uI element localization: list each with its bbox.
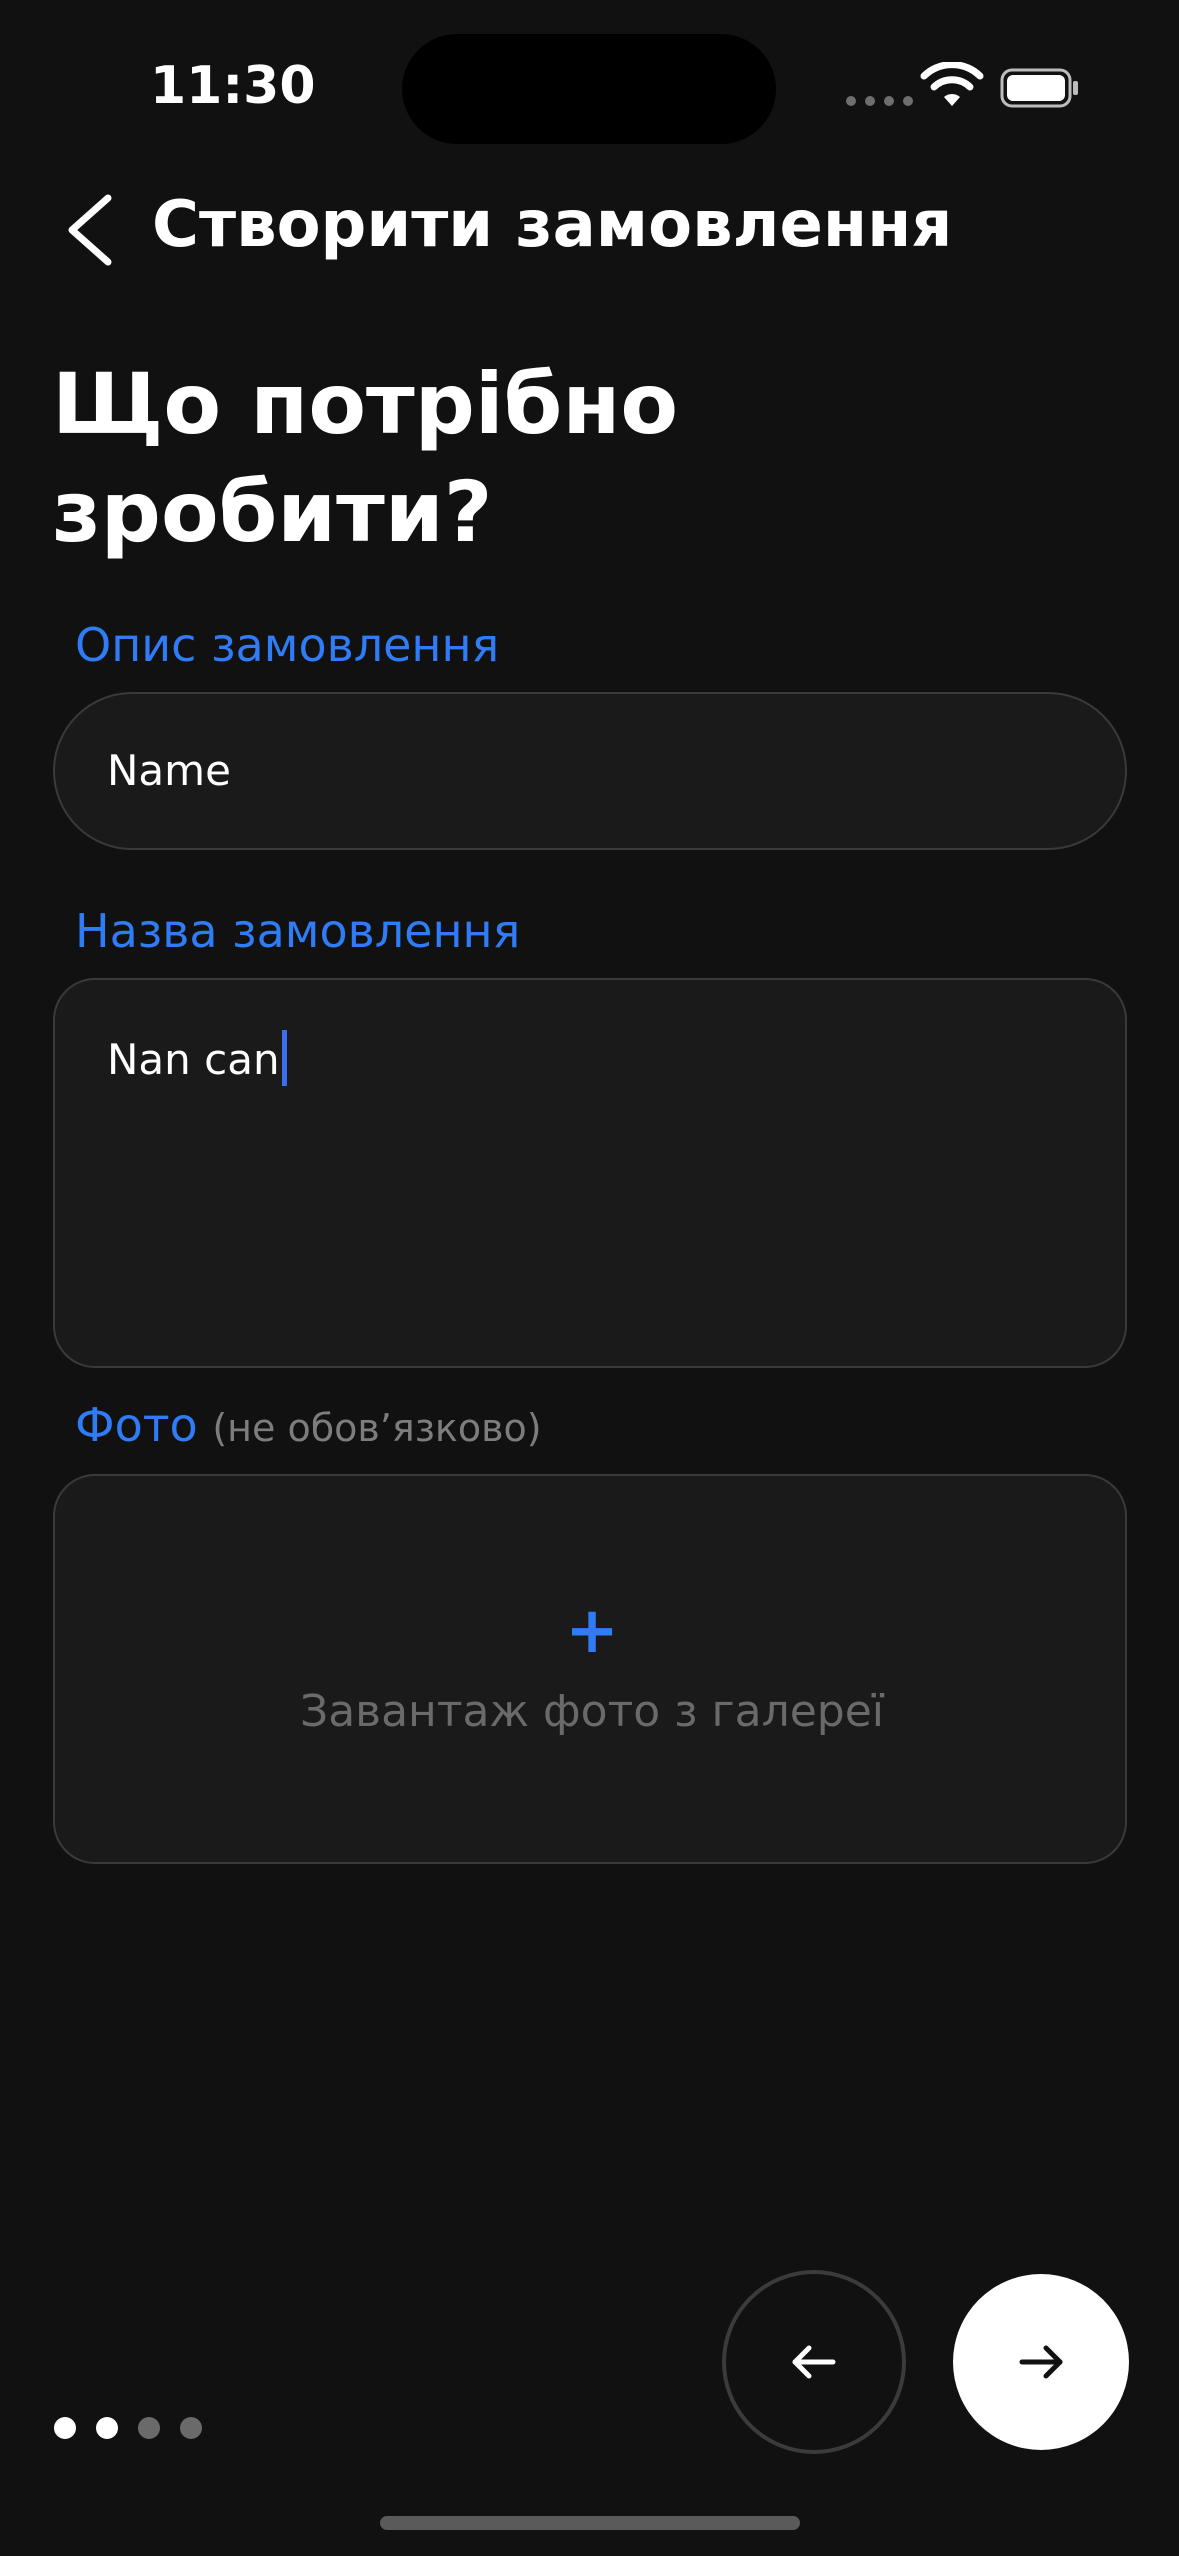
photo-optional-note: (не обов’язково) xyxy=(212,1406,542,1450)
battery-icon xyxy=(1000,68,1078,108)
arrow-right-icon xyxy=(1019,2345,1063,2379)
upload-text: Завантаж фото з галереї xyxy=(299,1686,884,1737)
back-chevron-icon[interactable] xyxy=(60,190,120,270)
arrow-left-icon xyxy=(792,2345,836,2379)
next-button[interactable] xyxy=(953,2274,1129,2450)
text-caret xyxy=(281,1030,287,1086)
name-label: Назва замовлення xyxy=(75,904,521,958)
dynamic-island xyxy=(402,34,776,144)
nav-title: Створити замовлення xyxy=(152,188,953,262)
description-label: Опис замовлення xyxy=(75,618,500,672)
signal-dots-icon xyxy=(846,96,913,106)
page-dot xyxy=(138,2417,160,2439)
photo-upload-area[interactable]: + Завантаж фото з галереї xyxy=(53,1474,1127,1864)
photo-label: Фото (не обов’язково) xyxy=(75,1398,542,1452)
home-indicator xyxy=(380,2516,800,2530)
photo-label-text: Фото xyxy=(75,1398,198,1452)
page-dot xyxy=(96,2417,118,2439)
pagination-dots xyxy=(54,2417,202,2439)
wifi-icon xyxy=(920,62,984,106)
description-input-value: Name xyxy=(107,746,231,795)
previous-button[interactable] xyxy=(722,2270,906,2454)
name-textarea-value: Nan can xyxy=(107,1035,280,1084)
status-time: 11:30 xyxy=(150,56,316,116)
description-input[interactable]: Name xyxy=(53,692,1127,850)
page-dot xyxy=(180,2417,202,2439)
name-textarea[interactable]: Nan can xyxy=(53,978,1127,1368)
plus-icon: + xyxy=(565,1594,619,1668)
page-heading: Що потрібно зробити? xyxy=(52,355,679,561)
page-dot xyxy=(54,2417,76,2439)
